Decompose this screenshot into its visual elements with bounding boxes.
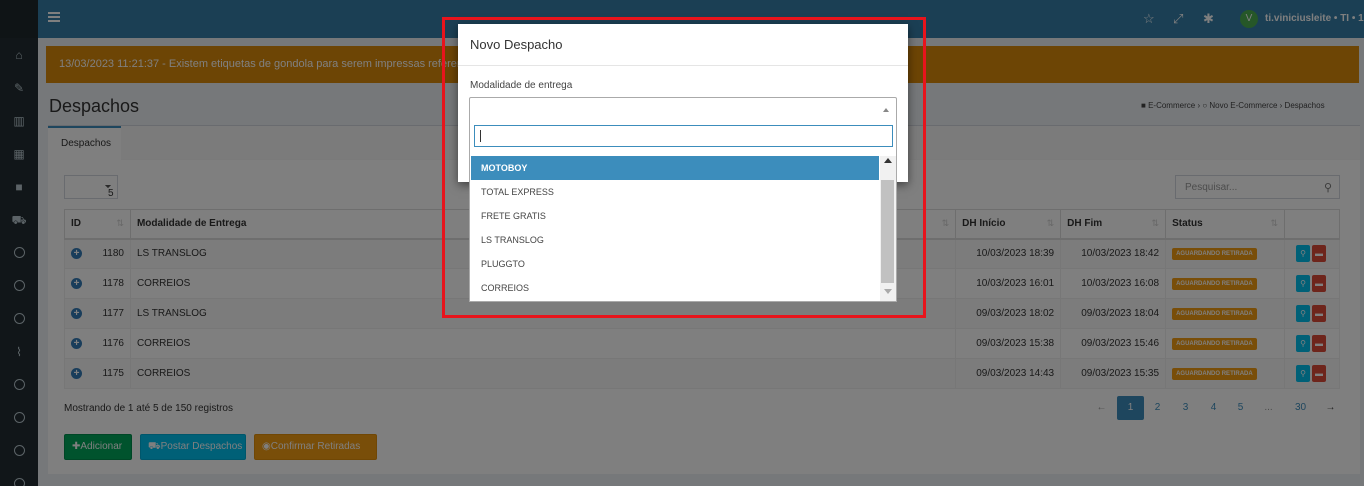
highlight-annotation	[442, 17, 926, 318]
